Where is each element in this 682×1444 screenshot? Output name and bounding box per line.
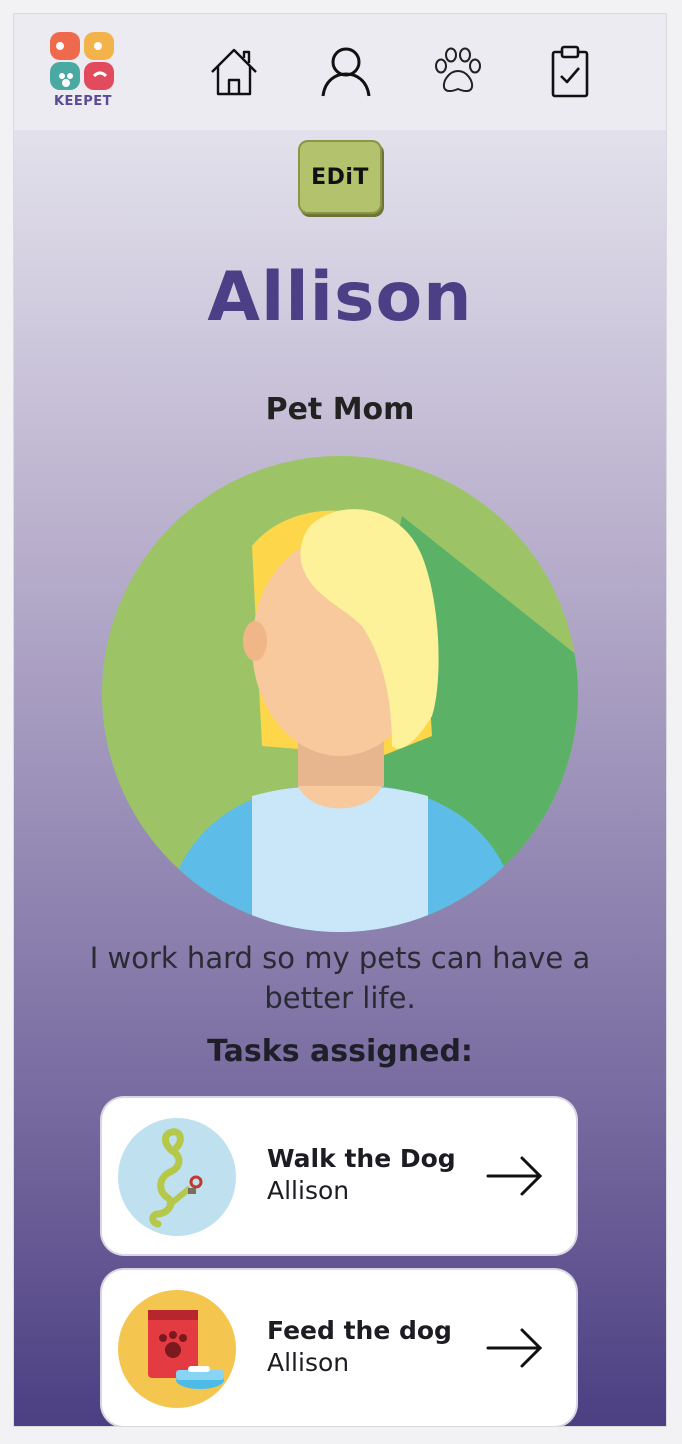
profile-content: EDiT Allison Pet Mom I work hard so my p… <box>14 130 666 1426</box>
task-title: Feed the dog <box>267 1316 452 1345</box>
task-assignee: Allison <box>267 1348 350 1377</box>
leash-icon <box>118 1118 236 1236</box>
keepet-logo[interactable]: KEEPET <box>48 30 118 110</box>
profile-role: Pet Mom <box>265 392 415 427</box>
task-title: Walk the Dog <box>267 1144 456 1173</box>
top-nav-bar: KEEPET <box>14 14 666 130</box>
task-card-walk-dog[interactable]: Walk the Dog Allison <box>102 1098 576 1254</box>
tasks-heading: Tasks assigned: <box>207 1034 473 1069</box>
paw-icon[interactable] <box>432 44 484 98</box>
edit-button[interactable]: EDiT <box>298 140 382 214</box>
task-card-feed-dog[interactable]: Feed the dog Allison <box>102 1270 576 1426</box>
arrow-right-icon[interactable] <box>484 1154 546 1198</box>
logo-text: KEEPET <box>53 94 113 109</box>
arrow-right-icon[interactable] <box>484 1326 546 1370</box>
app-screen: KEEPET EDiT Allison Pet Mom I work hard … <box>14 14 666 1426</box>
profile-avatar <box>102 456 578 932</box>
home-icon[interactable] <box>208 44 260 98</box>
task-assignee: Allison <box>267 1176 350 1205</box>
profile-bio: I work hard so my pets can have a better… <box>89 941 591 1015</box>
logo-graphic <box>50 32 114 90</box>
profile-icon[interactable] <box>320 44 372 98</box>
clipboard-check-icon[interactable] <box>544 44 596 98</box>
profile-name: Allison <box>207 258 473 337</box>
pet-food-icon <box>118 1290 236 1408</box>
